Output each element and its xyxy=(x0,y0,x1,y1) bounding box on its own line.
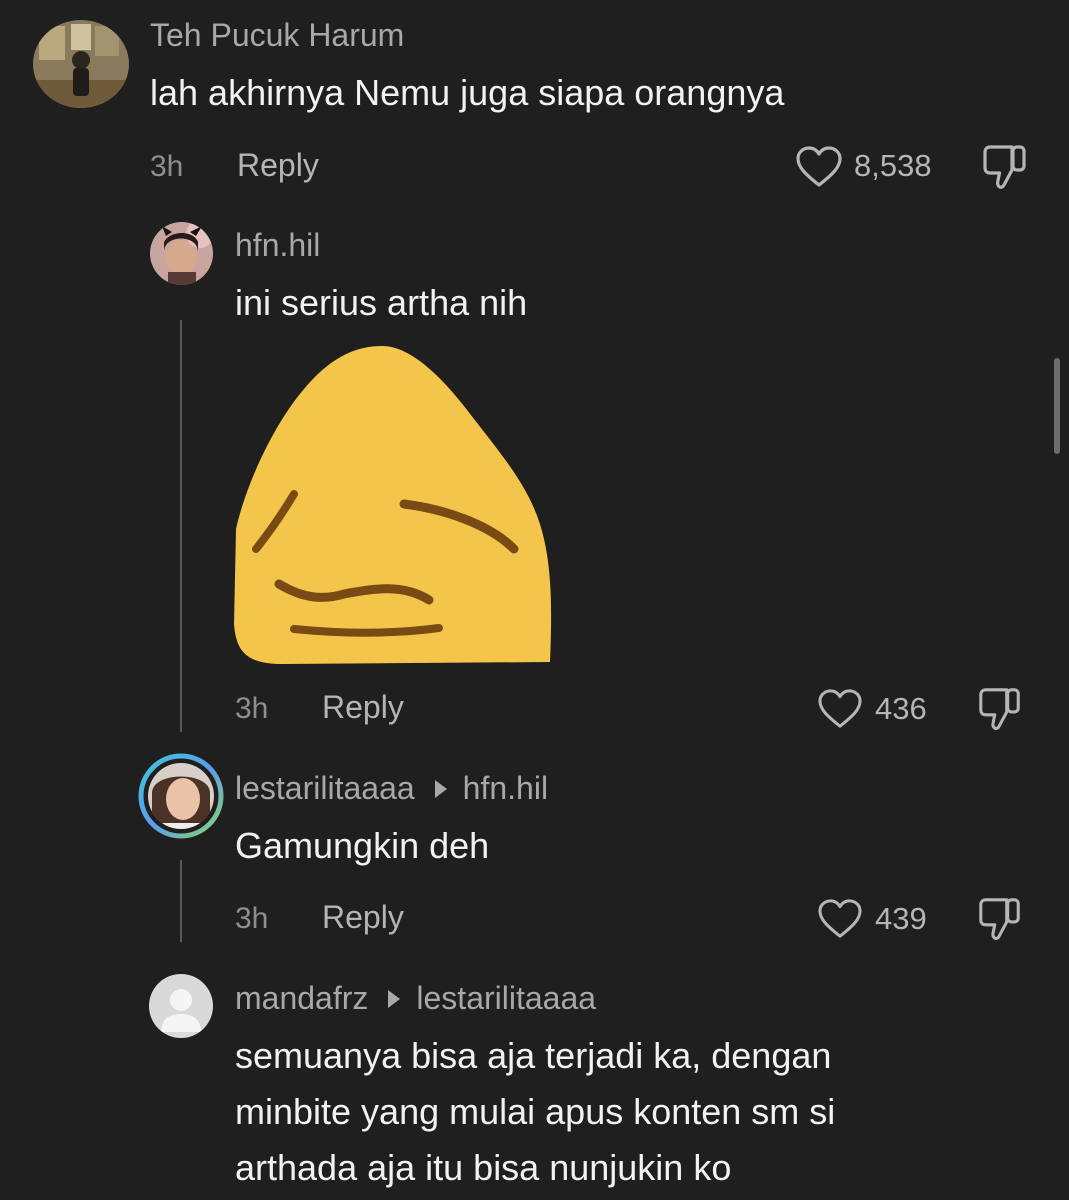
comment-time: 3h xyxy=(235,902,269,935)
thumbs-down-outline-icon[interactable] xyxy=(976,686,1024,739)
comment-time: 3h xyxy=(150,150,184,183)
comment-username[interactable]: Teh Pucuk Harum xyxy=(150,17,404,54)
heart-outline-icon xyxy=(817,688,863,735)
avatar-hfn-hil[interactable] xyxy=(150,222,213,285)
comment-username: lestarilitaaaa hfn.hil xyxy=(235,770,548,807)
reply-button[interactable]: Reply xyxy=(322,689,404,726)
like-count: 439 xyxy=(875,901,927,936)
heart-outline-icon xyxy=(795,145,843,194)
thumbs-down-outline-icon[interactable] xyxy=(976,896,1024,949)
avatar-mandafrz[interactable] xyxy=(149,974,213,1038)
comment-text: ini serius artha nih xyxy=(235,282,528,323)
reply-to-user[interactable]: hfn.hil xyxy=(463,770,548,807)
comment-username: mandafrz lestarilitaaaa xyxy=(235,980,596,1017)
like-button[interactable]: 439 xyxy=(817,896,947,944)
triangle-right-icon xyxy=(434,779,447,798)
triangle-right-icon xyxy=(388,989,401,1008)
comment-text: Gamungkin deh xyxy=(235,825,490,866)
heart-outline-icon xyxy=(817,898,863,945)
like-button[interactable]: 436 xyxy=(817,686,947,734)
comment-text-line: arthada aja itu bisa nunjukin ko xyxy=(235,1147,732,1188)
reply-button[interactable]: Reply xyxy=(237,147,319,184)
thread-line xyxy=(180,320,182,732)
avatar-lestarilitaaaa[interactable] xyxy=(138,753,224,839)
avatar-teh-pucuk-harum[interactable] xyxy=(33,20,129,108)
comment-text: lah akhirnya Nemu juga siapa orangnya xyxy=(150,72,785,113)
reply-to-user[interactable]: lestarilitaaaa xyxy=(416,980,596,1017)
like-button[interactable]: 8,538 xyxy=(795,143,945,191)
comment-username[interactable]: hfn.hil xyxy=(235,227,320,264)
thread-line xyxy=(180,860,182,942)
comment-author[interactable]: mandafrz xyxy=(235,980,368,1017)
scrollbar-thumb[interactable] xyxy=(1054,358,1060,454)
like-count: 436 xyxy=(875,691,927,726)
sticker-image-pleading-emoji xyxy=(234,344,556,666)
comment-text-line: minbite yang mulai apus konten sm si xyxy=(235,1091,836,1132)
reply-button[interactable]: Reply xyxy=(322,899,404,936)
comment-author[interactable]: lestarilitaaaa xyxy=(235,770,415,807)
comment-time: 3h xyxy=(235,692,269,725)
like-count: 8,538 xyxy=(854,148,932,183)
thumbs-down-outline-icon[interactable] xyxy=(980,143,1030,198)
comment-text-line: semuanya bisa aja terjadi ka, dengan xyxy=(235,1035,832,1076)
